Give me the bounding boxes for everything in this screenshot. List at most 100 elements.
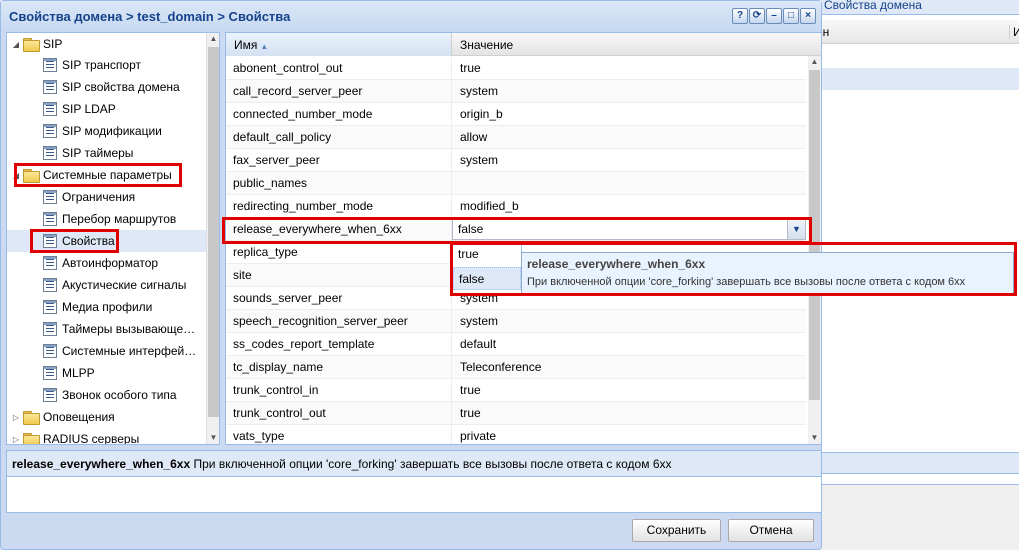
cancel-button[interactable]: Отмена (728, 519, 814, 542)
property-value[interactable]: modified_b (453, 195, 519, 213)
grid-row[interactable]: connected_number_mode origin_b (226, 103, 806, 126)
maximize-icon[interactable]: □ (783, 8, 799, 24)
tree-item-radius-servers[interactable]: ▷ RADIUS серверы (11, 428, 139, 444)
grid-row[interactable]: public_names (226, 172, 806, 195)
property-value[interactable]: default (453, 333, 496, 351)
properties-page-icon (43, 190, 57, 204)
tree-item-sip[interactable]: ◢ SIP (11, 33, 62, 55)
property-value[interactable]: true (453, 402, 481, 420)
refresh-icon[interactable]: ⟳ (749, 8, 765, 24)
grid-row[interactable]: abonent_control_out true (226, 57, 806, 80)
properties-dialog: Свойства домена > test_domain > Свойства… (0, 0, 1017, 550)
tree-item-sip-transport[interactable]: SIP транспорт (43, 54, 141, 76)
collapse-arrow-icon[interactable]: ▷ (11, 434, 21, 444)
tree-item-system-parameters[interactable]: ◢ Системные параметры (11, 164, 172, 186)
column-header-value[interactable]: Значение (453, 33, 513, 52)
tree-item-notifications[interactable]: ▷ Оповещения (11, 406, 115, 428)
scrollbar-thumb[interactable] (208, 47, 219, 417)
property-name: ss_codes_report_template (226, 333, 452, 355)
tree-item-special-call[interactable]: Звонок особого типа (43, 384, 177, 406)
grid-row[interactable]: default_call_policy allow (226, 126, 806, 149)
minimize-icon[interactable]: – (766, 8, 782, 24)
property-name: sounds_server_peer (226, 287, 452, 309)
tree-scrollbar[interactable]: ▲ ▼ (206, 33, 219, 444)
tree-item-sip-ldap[interactable]: SIP LDAP (43, 98, 116, 120)
value-dropdown-list: true false (452, 242, 522, 290)
grid-scrollbar[interactable]: ▲ ▼ (808, 56, 821, 444)
tree-item-autoinformer[interactable]: Автоинформатор (43, 252, 158, 274)
property-name: public_names (226, 172, 452, 194)
property-name: call_record_server_peer (226, 80, 452, 102)
scroll-down-icon[interactable]: ▼ (808, 432, 821, 444)
property-value[interactable] (453, 172, 460, 176)
property-value[interactable]: system (453, 310, 498, 328)
properties-page-icon (43, 344, 57, 358)
grid-row[interactable]: speech_recognition_server_peer system (226, 310, 806, 333)
grid-row[interactable]: tc_display_name Teleconference (226, 356, 806, 379)
tree-item-mlpp[interactable]: MLPP (43, 362, 95, 384)
chevron-down-icon[interactable]: ▼ (787, 219, 805, 239)
properties-page-icon (43, 366, 57, 380)
property-value[interactable]: origin_b (453, 103, 503, 121)
tree-item-sip-modifications[interactable]: SIP модификации (43, 120, 162, 142)
tree-item-sip-timers[interactable]: SIP таймеры (43, 142, 133, 164)
properties-page-icon (43, 124, 57, 138)
folder-icon (23, 433, 40, 444)
tree-item-acoustic-signals[interactable]: Акустические сигналы (43, 274, 186, 296)
scrollbar-thumb[interactable] (809, 70, 820, 400)
property-value[interactable]: true (453, 379, 481, 397)
tree-item-media-profiles[interactable]: Медиа профили (43, 296, 152, 318)
background-col2-header[interactable]: И (1009, 25, 1019, 39)
tree-item-caller-timers[interactable]: Таймеры вызывающе… (43, 318, 195, 340)
grid-row[interactable]: vats_type private (226, 425, 806, 444)
property-name: fax_server_peer (226, 149, 452, 171)
value-combobox[interactable]: false ▼ (452, 218, 806, 240)
properties-page-icon (43, 234, 57, 248)
tree-item-restrictions[interactable]: Ограничения (43, 186, 135, 208)
help-icon[interactable]: ? (732, 8, 748, 24)
close-icon[interactable]: × (800, 8, 816, 24)
property-name: speech_recognition_server_peer (226, 310, 452, 332)
grid-row[interactable]: trunk_control_in true (226, 379, 806, 402)
scroll-down-icon[interactable]: ▼ (207, 432, 219, 444)
column-header-name[interactable]: Имя ▲ (226, 33, 452, 56)
property-value[interactable]: system (453, 80, 498, 98)
collapse-arrow-icon[interactable]: ▷ (11, 412, 21, 422)
tree-item-label: Автоинформатор (62, 256, 159, 270)
scroll-up-icon[interactable]: ▲ (808, 56, 821, 68)
expand-arrow-icon[interactable]: ◢ (11, 170, 21, 180)
property-name: release_everywhere_when_6xx (226, 218, 452, 240)
grid-row[interactable]: call_record_server_peer system (226, 80, 806, 103)
grid-row[interactable]: redirecting_number_mode modified_b (226, 195, 806, 218)
properties-page-icon (43, 102, 57, 116)
property-value[interactable]: Teleconference (453, 356, 541, 374)
grid-row[interactable]: trunk_control_out true (226, 402, 806, 425)
tree-item-sip-domain-properties[interactable]: SIP свойства домена (43, 76, 180, 98)
property-value[interactable]: system (453, 149, 498, 167)
dropdown-option-true[interactable]: true (453, 243, 521, 266)
background-tab[interactable]: Свойства домена (816, 0, 1019, 15)
grid-row[interactable]: ss_codes_report_template default (226, 333, 806, 356)
tree-item-properties[interactable]: Свойства (7, 230, 207, 252)
description-panel: release_everywhere_when_6xx При включенн… (6, 450, 822, 513)
property-grid: Имя ▲ Значение abonent_control_out true ca… (225, 32, 822, 445)
property-value[interactable]: allow (453, 126, 487, 144)
property-value[interactable]: private (453, 425, 496, 443)
property-value[interactable]: true (453, 57, 481, 75)
save-button[interactable]: Сохранить (632, 519, 721, 542)
expand-arrow-icon[interactable]: ◢ (11, 39, 21, 49)
dialog-titlebar[interactable]: Свойства домена > test_domain > Свойства… (1, 1, 821, 31)
column-header-label: Значение (460, 38, 514, 52)
property-name: site (226, 264, 452, 286)
background-selected-row[interactable] (816, 68, 1019, 90)
tree-item-route-hunting[interactable]: Перебор маршрутов (43, 208, 176, 230)
tree-item-system-interfaces[interactable]: Системные интерфей… (43, 340, 196, 362)
properties-page-icon (43, 300, 57, 314)
scroll-up-icon[interactable]: ▲ (207, 33, 219, 45)
grid-row[interactable]: fax_server_peer system (226, 149, 806, 172)
property-name: connected_number_mode (226, 103, 452, 125)
dropdown-option-false[interactable]: false (453, 267, 521, 290)
grid-header: Имя ▲ Значение (226, 33, 821, 56)
grid-row-editing[interactable]: release_everywhere_when_6xx false ▼ (226, 218, 806, 241)
tree-item-label: SIP LDAP (62, 102, 116, 116)
